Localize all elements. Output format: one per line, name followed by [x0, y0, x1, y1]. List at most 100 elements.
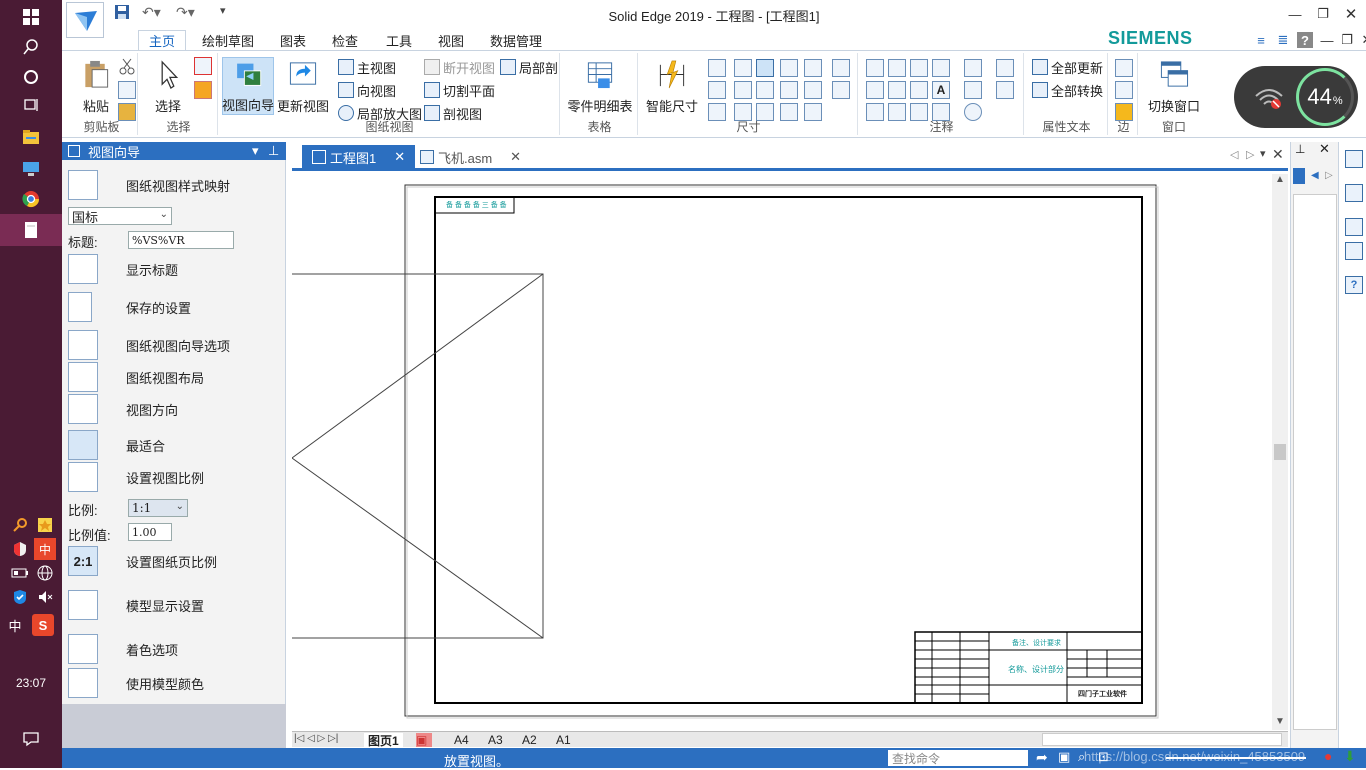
- callout-icon[interactable]: [888, 59, 906, 77]
- tab-scroll-right-icon[interactable]: ▷: [1246, 148, 1254, 161]
- tab-scroll-left-icon[interactable]: ◁: [1230, 148, 1238, 161]
- convert-all-button[interactable]: 全部转换: [1032, 80, 1103, 100]
- doc-close-button[interactable]: ✕: [1352, 28, 1366, 52]
- sticky-notes-icon[interactable]: [34, 514, 56, 536]
- text-icon[interactable]: A: [932, 81, 950, 99]
- view-layout-item[interactable]: 图纸视图布局: [68, 362, 204, 392]
- dim-align-icon[interactable]: [804, 81, 822, 99]
- security-shield-icon[interactable]: [9, 538, 31, 560]
- select-filter-icon[interactable]: [194, 81, 212, 99]
- caption-input[interactable]: %VS%VR: [128, 231, 234, 249]
- scale-value-input[interactable]: 1.00: [128, 523, 172, 541]
- smart-dimension-button[interactable]: 智能尺寸: [644, 57, 700, 115]
- minimize-button[interactable]: —: [1280, 2, 1310, 26]
- connector-icon[interactable]: [932, 59, 950, 77]
- dim-text-icon[interactable]: [832, 59, 850, 77]
- paste-button[interactable]: 粘贴: [70, 57, 122, 115]
- layers-icon[interactable]: [1345, 184, 1363, 202]
- scroll-thumb[interactable]: [1274, 444, 1286, 460]
- library-icon[interactable]: [1345, 150, 1363, 168]
- close-tab-icon[interactable]: ✕: [394, 149, 405, 165]
- cut-icon[interactable]: [118, 57, 136, 75]
- doc-tab-airplane[interactable]: 飞机.asm ✕: [410, 145, 531, 169]
- tab-tools[interactable]: 工具: [376, 30, 422, 50]
- tab-view[interactable]: 视图: [428, 30, 474, 50]
- dim-attach-icon[interactable]: [756, 81, 774, 99]
- close-all-icon[interactable]: ✕: [1272, 146, 1284, 163]
- zoom-area-icon[interactable]: ▣: [1058, 749, 1070, 765]
- chrome-icon[interactable]: [0, 184, 62, 214]
- task-view-icon[interactable]: [0, 90, 62, 120]
- network-speed-widget[interactable]: 44%: [1234, 66, 1358, 128]
- right-pane-left-icon[interactable]: ◀: [1311, 170, 1319, 181]
- annotation-extra-2-icon[interactable]: [996, 81, 1014, 99]
- doc-tab-drawing1[interactable]: 工程图1 ✕: [302, 145, 416, 169]
- dim-angle-icon[interactable]: [708, 81, 726, 99]
- download-icon[interactable]: ⬇: [1344, 748, 1356, 765]
- best-fit-item[interactable]: 最适合: [68, 430, 165, 460]
- right-pane-pin-icon[interactable]: ⊥: [1295, 142, 1305, 156]
- pin-icon[interactable]: ⊥: [268, 143, 279, 159]
- dim-style-icon[interactable]: [780, 81, 798, 99]
- view-orientation-item[interactable]: 视图方向: [68, 394, 178, 424]
- scroll-down-icon[interactable]: ▼: [1275, 716, 1285, 727]
- defender-shield-icon[interactable]: [9, 586, 31, 608]
- set-sheet-scale-item[interactable]: 2:1 设置图纸页比例: [68, 546, 217, 576]
- scale-select[interactable]: 1:1 ⌄: [128, 499, 188, 517]
- tab-sketch[interactable]: 绘制草图: [192, 30, 264, 50]
- right-pane-tab-icon[interactable]: [1293, 168, 1305, 184]
- sheet-tab-page1[interactable]: 图页1: [364, 733, 403, 748]
- scroll-up-icon[interactable]: ▲: [1275, 174, 1285, 185]
- label-icon[interactable]: [910, 59, 928, 77]
- sheet-tab-a2[interactable]: A2: [522, 733, 537, 747]
- weld-symbol-icon[interactable]: [888, 81, 906, 99]
- sheet-tab-a3[interactable]: A3: [488, 733, 503, 747]
- update-all-button[interactable]: 全部更新: [1032, 57, 1103, 77]
- dim-coordinate-icon[interactable]: [734, 59, 752, 77]
- broken-view-button[interactable]: 断开视图: [424, 57, 495, 77]
- select-tool-icon[interactable]: [194, 57, 212, 75]
- cortana-icon[interactable]: [0, 62, 62, 92]
- center-mark-icon[interactable]: [964, 81, 982, 99]
- datum-icon[interactable]: [910, 81, 928, 99]
- windows-start-icon[interactable]: [0, 2, 62, 32]
- close-button[interactable]: ✕: [1336, 2, 1366, 26]
- standard-select[interactable]: 国标 ⌄: [68, 207, 172, 225]
- copy-icon[interactable]: [118, 81, 136, 99]
- leader-icon[interactable]: [866, 59, 884, 77]
- update-views-button[interactable]: 更新视图: [276, 57, 330, 115]
- right-pane-right-icon[interactable]: ▷: [1325, 170, 1333, 181]
- broken-out-section-button[interactable]: 局部剖: [500, 57, 558, 77]
- drawing-views-icon[interactable]: [1345, 242, 1363, 260]
- notification-icon[interactable]: [0, 724, 62, 754]
- wizard-options-item[interactable]: 图纸视图向导选项: [68, 330, 230, 360]
- battery-icon[interactable]: [9, 562, 31, 584]
- centerline-icon[interactable]: [964, 59, 982, 77]
- drawing-canvas[interactable]: 备 备 备 备 三 备 备 备注、设计要求 名称、设计部分 四门子工业软件: [292, 174, 1272, 730]
- globe-icon[interactable]: [34, 562, 56, 584]
- right-pane-close-icon[interactable]: ✕: [1319, 141, 1330, 157]
- tab-home[interactable]: 主页: [138, 30, 187, 50]
- restore-button[interactable]: ❐: [1308, 2, 1338, 26]
- ime-chinese-icon[interactable]: 中: [34, 538, 56, 560]
- parts-list-button[interactable]: 零件明细表: [566, 57, 634, 115]
- vertical-scrollbar[interactable]: ▲ ▼: [1272, 174, 1288, 730]
- annotation-extra-icon[interactable]: [996, 59, 1014, 77]
- style-mapping-item[interactable]: 图纸视图样式映射: [68, 170, 230, 200]
- key-icon[interactable]: [9, 514, 31, 536]
- dim-tolerance-icon[interactable]: [832, 81, 850, 99]
- stop-icon[interactable]: ●: [1324, 748, 1332, 764]
- help-panel-icon[interactable]: ?: [1345, 276, 1363, 294]
- horizontal-scrollbar[interactable]: [1042, 733, 1282, 746]
- close-tab-icon[interactable]: ✕: [510, 149, 521, 165]
- model-display-item[interactable]: 模型显示设置: [68, 590, 204, 620]
- dim-distance-icon[interactable]: [708, 59, 726, 77]
- edge-display-icon[interactable]: [1115, 59, 1133, 77]
- language-indicator[interactable]: 中: [4, 614, 26, 636]
- dim-chamfer-icon[interactable]: [780, 59, 798, 77]
- tab-diagram[interactable]: 图表: [270, 30, 316, 50]
- dim-angular-coord-icon[interactable]: [804, 59, 822, 77]
- volume-muted-icon[interactable]: [34, 586, 56, 608]
- main-view-button[interactable]: 主视图: [338, 57, 396, 77]
- command-search-input[interactable]: 查找命令: [888, 750, 1028, 766]
